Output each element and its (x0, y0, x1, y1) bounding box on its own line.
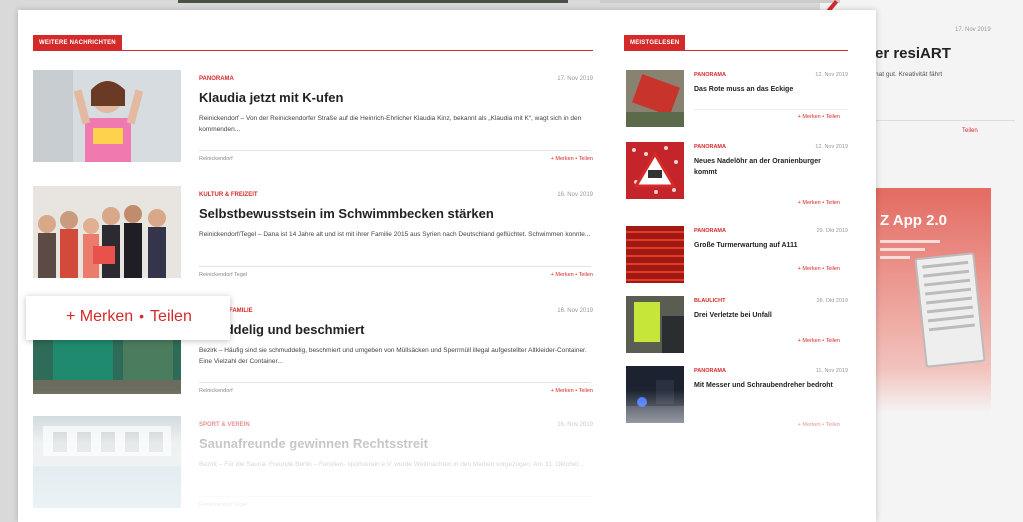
popular-item[interactable]: PANORAMA 12. Nov 2019 Neues Nadelöhr an … (626, 142, 848, 212)
popular-date: 11. Nov 2019 (815, 368, 848, 374)
article-teaser: Reinickendorf – Von der Reinickendorfer … (199, 115, 582, 134)
popular-merken-teilen[interactable]: + Merken • Teilen (798, 200, 840, 206)
news-card: WEITERE NACHRICHTEN MEISTGELESEN PANORAM… (18, 10, 876, 522)
article-location-tag[interactable]: Reinickendorf Tegel (199, 272, 247, 278)
background-divider (875, 120, 1015, 121)
article-date: 17. Nov 2019 (557, 76, 593, 82)
separator-dot: • (139, 308, 145, 324)
popular-title[interactable]: Das Rote muss an das Eckige (694, 85, 844, 96)
section-underline-right (624, 50, 848, 51)
popular-title[interactable]: Drei Verletzte bei Unfall (694, 311, 844, 322)
background-teilen-link[interactable]: Teilen (962, 128, 978, 134)
popular-item[interactable]: PANORAMA 29. Okt 2019 Große Turmerwartun… (626, 226, 848, 296)
background-text: hat gut. Kreativität fährt (875, 71, 943, 78)
article-teaser: Bezirk – Häufig sind sie schmuddelig, be… (199, 347, 587, 366)
article-category[interactable]: KULTUR & FREIZEIT (199, 192, 258, 198)
popular-item[interactable]: PANORAMA 12. Nov 2019 Das Rote muss an d… (626, 70, 848, 140)
article-divider (199, 266, 591, 267)
popular-thumbnail[interactable] (626, 142, 684, 199)
article-merken-teilen[interactable]: + Merken • Teilen (551, 388, 593, 394)
article-divider (199, 150, 591, 151)
article-thumbnail[interactable] (33, 186, 181, 278)
popular-merken-teilen[interactable]: + Merken • Teilen (798, 266, 840, 272)
top-image-edge-right (600, 0, 840, 3)
popular-category[interactable]: PANORAMA (694, 368, 726, 374)
article-item[interactable]: SPORT & VEREIN 16. Nov 2019 Saunafreunde… (33, 416, 593, 522)
article-thumbnail[interactable] (33, 70, 181, 162)
app-promo-title: Z App 2.0 (880, 212, 947, 229)
popular-category[interactable]: PANORAMA (694, 228, 726, 234)
article-title[interactable]: Selbstbewusstsein im Schwimmbecken stärk… (199, 206, 494, 221)
popular-thumbnail[interactable] (626, 296, 684, 353)
section-label-weitere-nachrichten: WEITERE NACHRICHTEN (33, 35, 122, 51)
merken-teilen-callout: + Merken • Teilen (26, 296, 230, 340)
article-item[interactable]: KULTUR & FREIZEIT 16. Nov 2019 Selbstbew… (33, 186, 593, 296)
popular-title[interactable]: Große Turmerwartung auf A111 (694, 241, 844, 252)
popular-thumbnail[interactable] (626, 70, 684, 127)
article-category[interactable]: PANORAMA (199, 76, 234, 82)
popular-item[interactable]: PANORAMA 11. Nov 2019 Mit Messer und Sch… (626, 366, 848, 436)
merken-link[interactable]: + Merken (66, 308, 133, 325)
popular-category[interactable]: PANORAMA (694, 144, 726, 150)
article-date: 16. Nov 2019 (557, 308, 593, 314)
article-merken-teilen[interactable]: + Merken • Teilen (551, 156, 593, 162)
article-category[interactable]: SPORT & VEREIN (199, 422, 250, 428)
popular-merken-teilen[interactable]: + Merken • Teilen (798, 338, 840, 344)
app-phone-image (914, 252, 986, 368)
article-location-tag[interactable]: Reinickendorf (199, 388, 233, 394)
popular-thumbnail[interactable] (626, 366, 684, 423)
popular-title[interactable]: Neues Nadelöhr an der Oranienburger komm… (694, 157, 844, 178)
article-divider (199, 382, 591, 383)
article-title[interactable]: Klaudia jetzt mit K-ufen (199, 90, 343, 105)
popular-merken-teilen[interactable]: + Merken • Teilen (798, 422, 840, 428)
popular-category[interactable]: PANORAMA (694, 72, 726, 78)
article-date: 16. Nov 2019 (557, 422, 593, 428)
article-teaser: Bezirk – Für die Sauna- Freunde Berlin –… (199, 461, 584, 468)
popular-date: 12. Nov 2019 (815, 144, 848, 150)
teilen-link[interactable]: Teilen (150, 308, 192, 325)
popular-date: 12. Nov 2019 (815, 72, 848, 78)
article-item[interactable]: PANORAMA 17. Nov 2019 Klaudia jetzt mit … (33, 70, 593, 180)
popular-merken-teilen[interactable]: + Merken • Teilen (798, 114, 840, 120)
article-location-tag[interactable]: Reinickendorf (199, 156, 233, 162)
article-date: 16. Nov 2019 (557, 192, 593, 198)
article-divider (199, 496, 591, 497)
popular-divider (694, 109, 848, 110)
background-title: er resiART (875, 45, 951, 62)
popular-title[interactable]: Mit Messer und Schraubendreher bedroht (694, 381, 844, 392)
article-thumbnail[interactable] (33, 416, 181, 508)
popular-category[interactable]: BLAULICHT (694, 298, 725, 304)
section-underline-left (33, 50, 593, 51)
popular-date: 29. Okt 2019 (816, 228, 849, 234)
popular-date: 28. Okt 2019 (816, 298, 849, 304)
popular-thumbnail[interactable] (626, 226, 684, 283)
background-date: 17. Nov 2019 (955, 27, 991, 33)
article-teaser: Reinickendorf/Tegel – Dana ist 14 Jahre … (199, 231, 591, 238)
popular-item[interactable]: BLAULICHT 28. Okt 2019 Drei Verletzte be… (626, 296, 848, 366)
article-title[interactable]: Saunafreunde gewinnen Rechtsstreit (199, 436, 428, 451)
section-label-meistgelesen: MEISTGELESEN (624, 35, 686, 51)
top-image-edge (178, 0, 568, 3)
article-merken-teilen[interactable]: + Merken • Teilen (551, 272, 593, 278)
article-location-tag[interactable]: Reinickendorf Tegel (199, 502, 247, 508)
